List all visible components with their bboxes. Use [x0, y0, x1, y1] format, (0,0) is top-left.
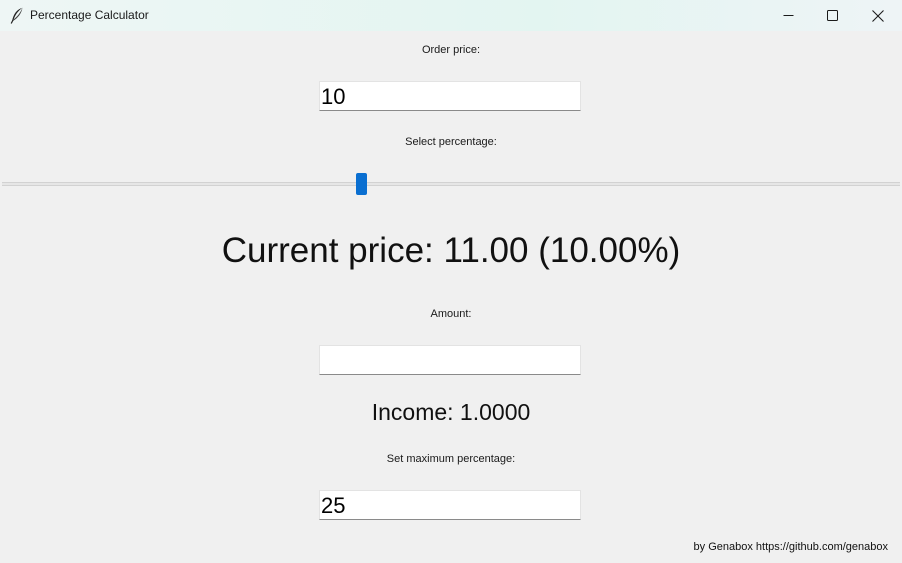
amount-input[interactable] — [319, 345, 581, 375]
select-percentage-label: Select percentage: — [405, 136, 497, 148]
feather-icon — [10, 7, 24, 24]
current-price-display: Current price: 11.00 (10.00%) — [221, 231, 681, 270]
max-percentage-label: Set maximum percentage: — [386, 453, 516, 465]
percentage-slider-thumb[interactable] — [356, 173, 367, 195]
title-bar[interactable]: Percentage Calculator — [0, 0, 902, 31]
close-button[interactable] — [855, 0, 901, 31]
close-icon — [872, 9, 884, 22]
max-percentage-input[interactable]: 25 — [319, 490, 581, 520]
footer-credit: by Genabox https://github.com/genabox — [693, 541, 888, 553]
app-window: Percentage Calculator Order price: 10 Se… — [0, 0, 902, 563]
maximize-icon — [826, 10, 838, 21]
maximize-button[interactable] — [809, 0, 855, 31]
order-price-input[interactable]: 10 — [319, 81, 581, 111]
minimize-button[interactable] — [765, 0, 811, 31]
amount-label: Amount: — [430, 308, 472, 320]
income-display: Income: 1.0000 — [371, 399, 531, 425]
minimize-icon — [783, 10, 794, 21]
window-title: Percentage Calculator — [30, 8, 149, 22]
percentage-slider[interactable] — [2, 182, 900, 186]
order-price-label: Order price: — [421, 44, 481, 56]
